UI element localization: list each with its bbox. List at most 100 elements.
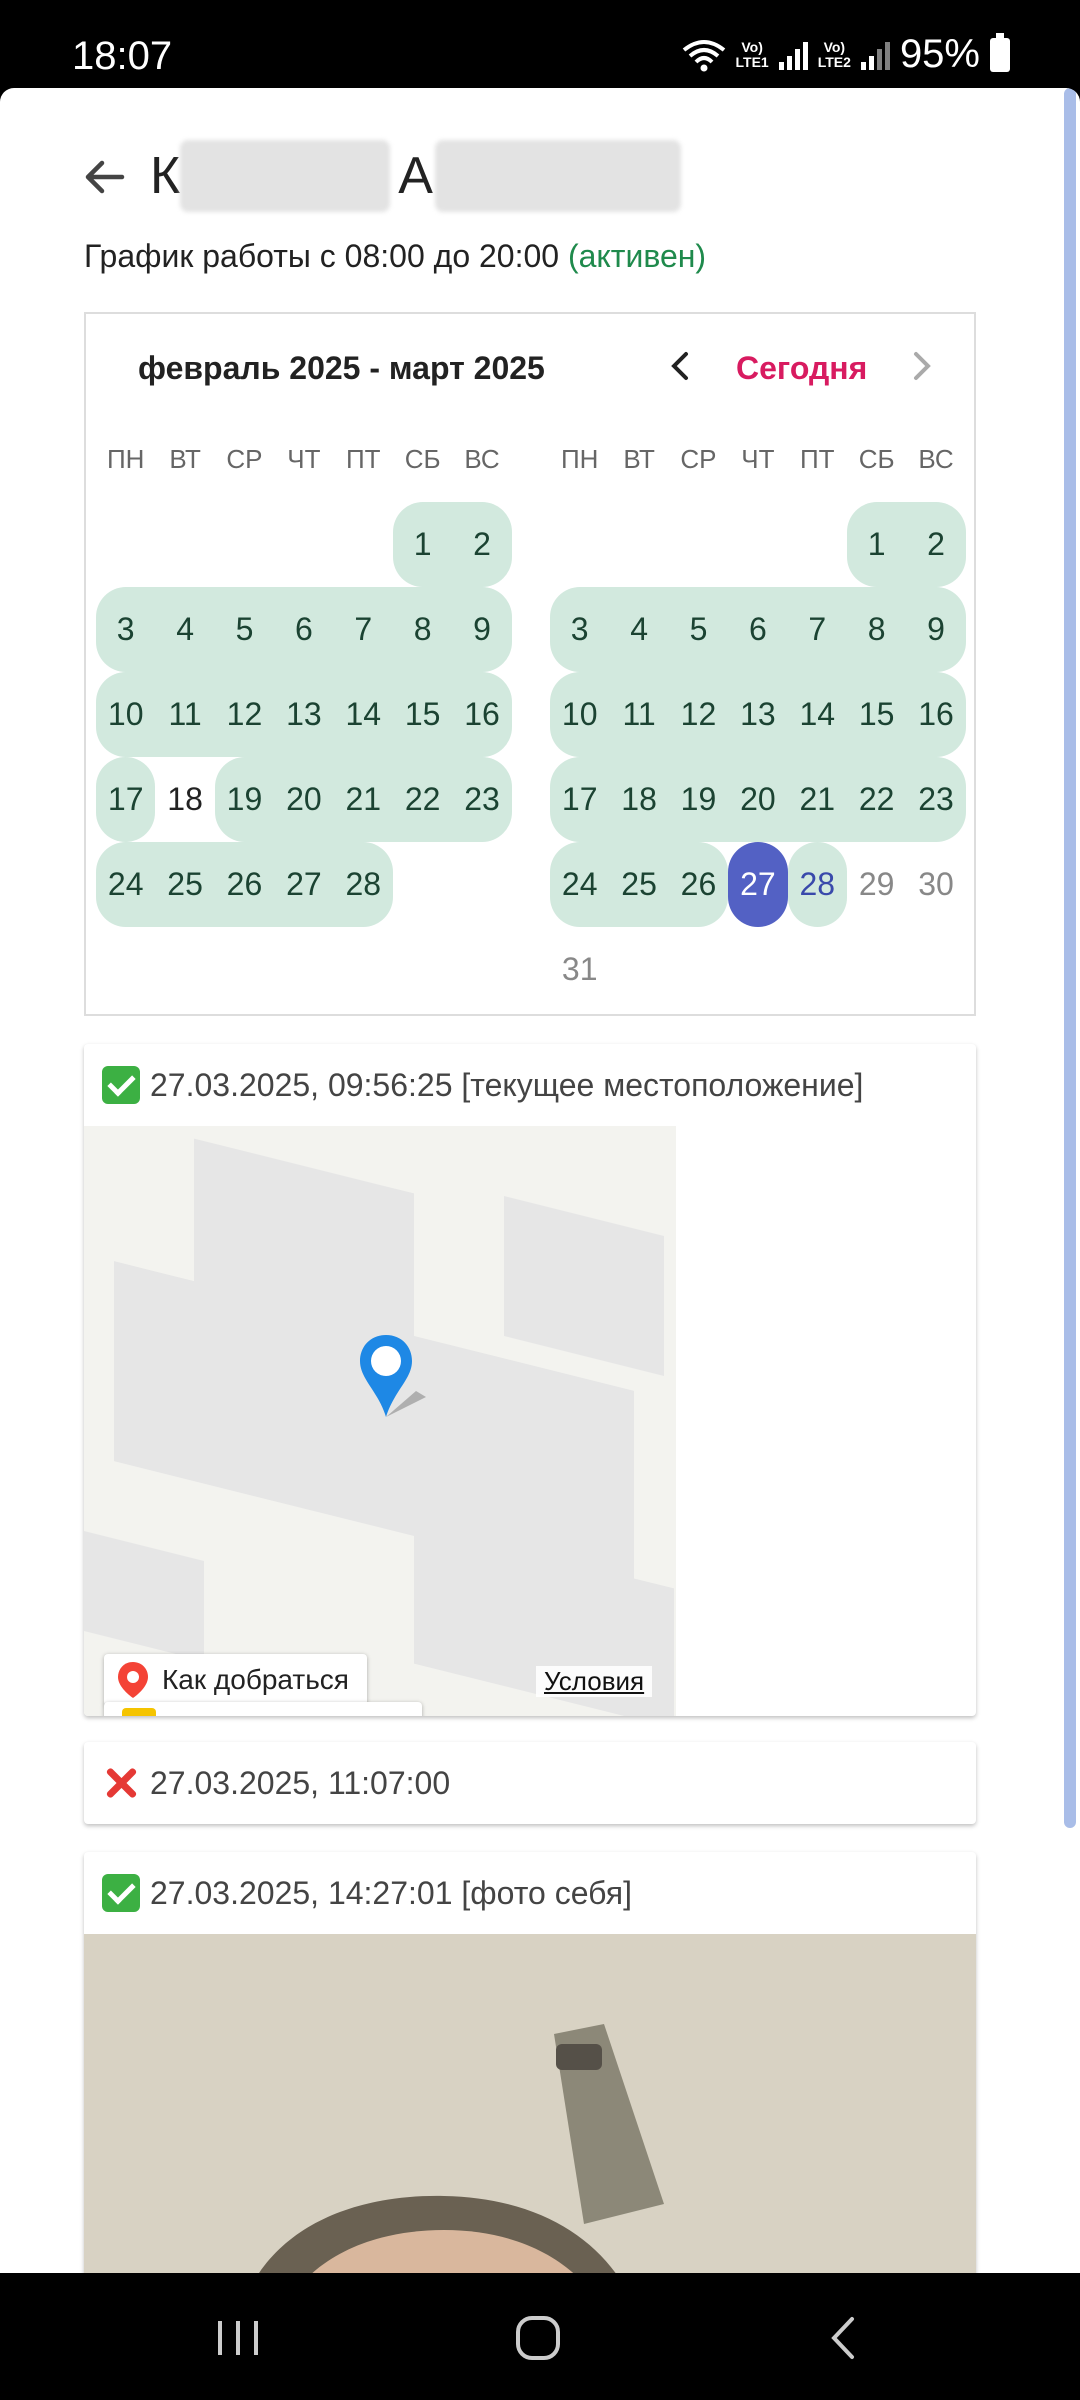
calendar-day-worked[interactable]: 6 — [274, 587, 334, 672]
calendar-day-worked[interactable]: 9 — [452, 587, 512, 672]
calendar-day-worked[interactable]: 19 — [214, 757, 275, 842]
calendar-day-future[interactable]: 31 — [550, 927, 609, 1012]
status-time: 18:07 — [72, 34, 173, 78]
calendar-day-worked[interactable]: 22 — [392, 757, 453, 842]
calendar-day-worked[interactable]: 12 — [668, 672, 729, 757]
check-mark-icon — [102, 1066, 140, 1104]
calendar-day-worked[interactable]: 28 — [333, 842, 393, 927]
calendar-day-worked[interactable]: 15 — [392, 672, 453, 757]
calendar-day-worked[interactable]: 11 — [155, 672, 215, 757]
calendar-day-worked[interactable]: 7 — [787, 587, 847, 672]
calendar-range: февраль 2025 - март 2025 — [138, 350, 545, 386]
weekday-label: ПН — [560, 444, 599, 474]
calendar-day-worked[interactable]: 16 — [906, 672, 966, 757]
directions-button[interactable]: Как добраться — [104, 1654, 367, 1706]
calendar-day-worked[interactable]: 19 — [668, 757, 729, 842]
calendar-day-worked[interactable]: 7 — [333, 587, 393, 672]
title-initial-2: А — [398, 147, 433, 205]
calendar-day-worked[interactable]: 2 — [452, 502, 512, 587]
calendar-day-worked[interactable]: 18 — [609, 757, 669, 842]
calendar-day-worked[interactable]: 4 — [155, 587, 215, 672]
selfie-photo[interactable] — [84, 1934, 976, 2273]
page: К А График работы с 08:00 до 20:00 (акти… — [0, 88, 1080, 2273]
day-grid: 1 2 3 4 5 6 7 8 9 10 11 12 13 14 15 16 17 18 19 20 21 22 23 24 2… — [550, 502, 966, 1012]
calendar-day-worked[interactable]: 5 — [668, 587, 729, 672]
calendar-day-worked[interactable]: 3 — [550, 587, 610, 672]
selfie-image — [84, 1934, 976, 2273]
open-in-maps-button[interactable] — [104, 1702, 422, 1716]
calendar-day-worked[interactable]: 10 — [96, 672, 156, 757]
calendar-day-worked[interactable]: 21 — [333, 757, 393, 842]
calendar-day-worked[interactable]: 24 — [550, 842, 610, 927]
recent-apps-icon[interactable] — [210, 2313, 270, 2363]
sim2-label: Vo) LTE2 — [817, 38, 851, 70]
chevron-left-icon[interactable] — [662, 344, 698, 388]
map-marker-icon — [118, 1662, 148, 1698]
sim1-label: Vo) LTE1 — [735, 38, 769, 70]
back-arrow-icon[interactable] — [78, 150, 132, 204]
calendar-day-worked[interactable]: 17 — [96, 757, 156, 842]
battery-percent: 95% — [899, 32, 980, 76]
calendar-day-worked[interactable]: 13 — [274, 672, 334, 757]
calendar-day-worked[interactable]: 2 — [906, 502, 966, 587]
calendar-day-future[interactable]: 29 — [847, 842, 906, 927]
calendar-day-worked[interactable]: 25 — [609, 842, 669, 927]
calendar-day-worked[interactable]: 6 — [728, 587, 788, 672]
calendar-day-worked[interactable]: 1 — [846, 502, 907, 587]
calendar-day-worked[interactable]: 26 — [668, 842, 729, 927]
map-view[interactable]: Как добраться Условия — [84, 1126, 676, 1716]
calendar-day-worked[interactable]: 25 — [155, 842, 215, 927]
calendar-day-worked[interactable]: 16 — [452, 672, 512, 757]
status-bar: 18:07 Vo) LTE1 Vo) LTE2 95% — [0, 0, 1080, 88]
calendar-day-worked[interactable]: 10 — [550, 672, 610, 757]
battery-icon — [990, 32, 1010, 72]
calendar-day-worked[interactable]: 1 — [392, 502, 453, 587]
calendar-day-worked[interactable]: 21 — [787, 757, 847, 842]
calendar-day-worked[interactable]: 12 — [214, 672, 275, 757]
calendar-day-worked[interactable]: 14 — [333, 672, 393, 757]
calendar-day-worked[interactable]: 5 — [214, 587, 275, 672]
calendar-day-future[interactable]: 30 — [906, 842, 965, 927]
calendar-day-worked[interactable]: 14 — [787, 672, 847, 757]
back-icon[interactable] — [820, 2313, 870, 2363]
calendar-day-selected[interactable]: 27 — [728, 842, 788, 927]
empty-day-cell — [155, 502, 214, 587]
calendar-day-worked[interactable]: 27 — [274, 842, 334, 927]
wifi-icon — [682, 39, 725, 71]
empty-day-cell — [215, 502, 274, 587]
terms-link[interactable]: Условия — [536, 1666, 653, 1697]
calendar-day-worked[interactable]: 11 — [609, 672, 669, 757]
directions-label: Как добраться — [162, 1664, 349, 1695]
system-nav-bar — [0, 2273, 1080, 2400]
calendar-day-worked[interactable]: 4 — [609, 587, 669, 672]
calendar-day-worked[interactable]: 20 — [728, 757, 788, 842]
empty-day-cell — [609, 502, 668, 587]
calendar-day-worked[interactable]: 24 — [96, 842, 156, 927]
calendar-day-worked[interactable]: 17 — [550, 757, 610, 842]
calendar-day-worked[interactable]: 22 — [846, 757, 907, 842]
calendar-day-worked[interactable]: 15 — [846, 672, 907, 757]
schedule-status: (активен) — [567, 238, 707, 274]
calendar-day-worked[interactable]: 23 — [906, 757, 966, 842]
calendar: февраль 2025 - март 2025 Сегодня ПН ВТ СР Ч… — [84, 312, 976, 1016]
weekday-label: ВТ — [169, 444, 201, 474]
calendar-day-worked[interactable]: 23 — [452, 757, 512, 842]
calendar-day-today[interactable]: 28 — [787, 842, 847, 927]
scrollbar[interactable] — [1064, 88, 1076, 1828]
weekday-label: ПТ — [345, 444, 381, 474]
weekday-label: ВС — [918, 444, 954, 474]
calendar-day-worked[interactable]: 3 — [96, 587, 156, 672]
home-icon[interactable] — [512, 2313, 568, 2363]
today-button[interactable]: Сегодня — [736, 350, 867, 387]
calendar-day-worked[interactable]: 8 — [392, 587, 453, 672]
calendar-day-worked[interactable]: 8 — [846, 587, 907, 672]
chevron-right-icon[interactable] — [904, 344, 940, 388]
calendar-day-worked[interactable]: 9 — [906, 587, 966, 672]
empty-day-cell — [669, 502, 728, 587]
schedule-text: График работы с 08:00 до 20:00 — [84, 238, 560, 274]
calendar-day-worked[interactable]: 13 — [728, 672, 788, 757]
calendar-day-worked[interactable]: 20 — [274, 757, 334, 842]
calendar-day-plain[interactable]: 18 — [155, 757, 214, 842]
calendar-day-worked[interactable]: 26 — [214, 842, 275, 927]
event-header: 27.03.2025, 09:56:25 [текущее местополож… — [84, 1044, 976, 1126]
